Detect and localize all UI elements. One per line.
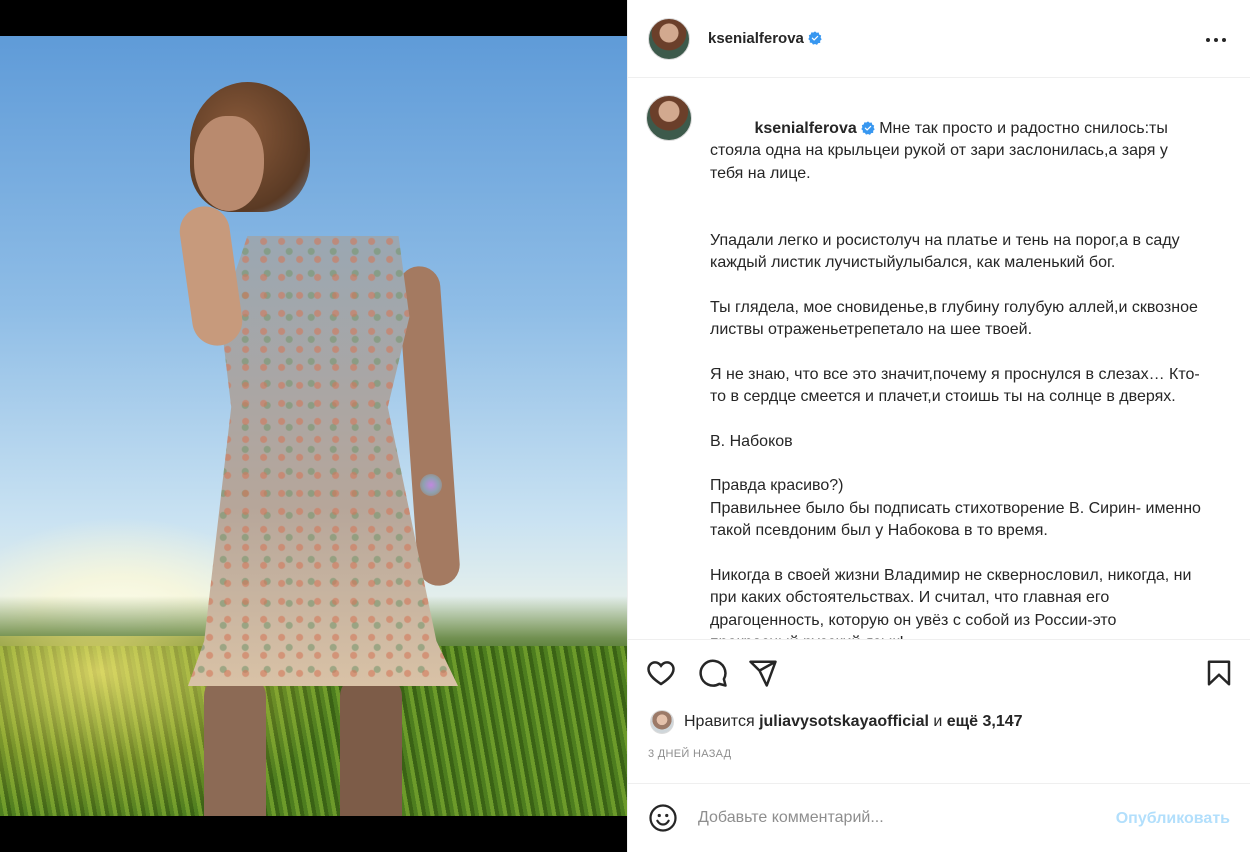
caption-paragraph: Правда красиво?) Правильнее было бы подп… bbox=[710, 477, 1201, 539]
action-bar bbox=[628, 639, 1250, 703]
comment-icon[interactable] bbox=[698, 658, 728, 688]
likes-connector: и bbox=[933, 713, 943, 730]
likes-count[interactable]: ещё 3,147 bbox=[947, 713, 1023, 731]
arm bbox=[176, 203, 246, 349]
post-photo[interactable] bbox=[0, 36, 627, 816]
bookmark-icon[interactable] bbox=[1204, 658, 1234, 688]
photo-pane bbox=[0, 0, 627, 852]
publish-button[interactable]: Опубликовать bbox=[1116, 810, 1230, 828]
caption-avatar[interactable] bbox=[646, 95, 692, 141]
emoji-icon[interactable] bbox=[648, 803, 678, 833]
caption-area: ksenialferova Мне так просто и радостно … bbox=[628, 79, 1250, 639]
comment-input[interactable] bbox=[698, 809, 1078, 827]
post-timestamp[interactable]: 3 дней назад bbox=[648, 748, 731, 760]
comment-bar: Опубликовать bbox=[628, 783, 1250, 852]
avatar[interactable] bbox=[648, 17, 690, 60]
verified-badge-icon bbox=[861, 120, 875, 135]
header-username[interactable]: ksenialferova bbox=[708, 30, 822, 47]
face bbox=[194, 116, 264, 211]
post-header: ksenialferova bbox=[628, 0, 1250, 78]
leg bbox=[204, 676, 266, 816]
verified-badge-icon bbox=[808, 31, 822, 45]
caption-row: ksenialferova Мне так просто и радостно … bbox=[646, 95, 1230, 639]
caption-paragraph: Ты глядела, мое сновиденье,в глубину гол… bbox=[710, 298, 1203, 339]
liker-username[interactable]: juliavysotskayaofficial bbox=[759, 713, 929, 731]
post-panel: ksenialferova ksenialferova Мне так прос… bbox=[627, 0, 1250, 852]
more-options-icon[interactable] bbox=[1204, 28, 1228, 52]
likes-summary: Нравится juliavysotskayaofficial и ещё 3… bbox=[650, 710, 1023, 734]
caption-paragraph: Никогда в своей жизни Владимир не скверн… bbox=[710, 566, 1192, 640]
caption-text: ksenialferova Мне так просто и радостно … bbox=[710, 95, 1203, 640]
caption-paragraph: Упадали легко и росистолуч на платье и т… bbox=[710, 231, 1185, 272]
liker-avatar[interactable] bbox=[650, 710, 674, 734]
likes-prefix: Нравится bbox=[684, 713, 755, 730]
caption-paragraph: Я не знаю, что все это значит,почему я п… bbox=[710, 365, 1200, 406]
caption-signature: В. Набоков bbox=[710, 432, 793, 450]
lens-flare bbox=[420, 474, 442, 496]
heart-icon[interactable] bbox=[646, 658, 676, 688]
caption-username[interactable]: ksenialferova bbox=[754, 120, 856, 137]
woman-figure bbox=[176, 76, 480, 816]
share-icon[interactable] bbox=[748, 658, 778, 688]
leg bbox=[340, 676, 402, 816]
